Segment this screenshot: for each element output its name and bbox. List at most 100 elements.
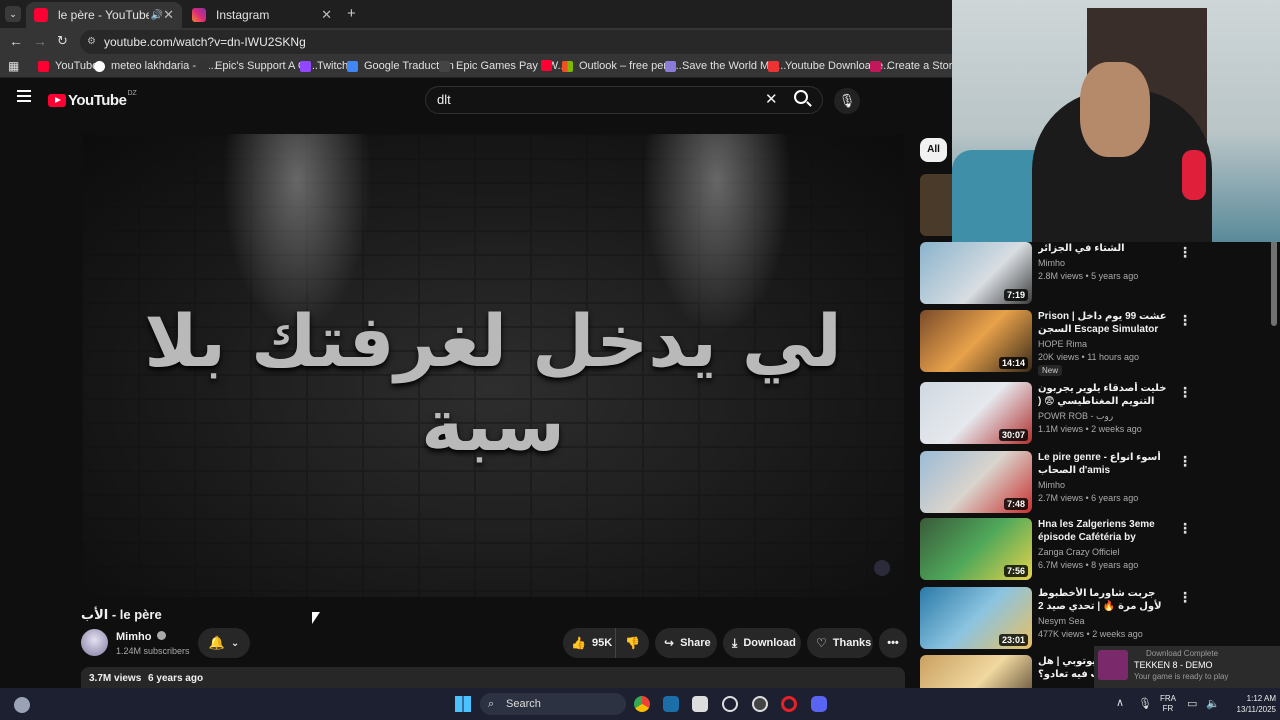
back-arrow-icon[interactable]: ← — [9, 33, 23, 49]
more-vertical-icon[interactable]: ⋮ — [1178, 312, 1192, 329]
more-actions-button[interactable]: ••• — [879, 628, 907, 658]
thanks-button[interactable]: ♡ Thanks — [807, 628, 873, 658]
widgets-icon[interactable] — [14, 697, 30, 713]
youtube-icon — [38, 60, 49, 72]
new-tab-plus-icon[interactable]: + — [347, 5, 356, 22]
channel-name[interactable]: Mimho — [116, 631, 166, 643]
like-button[interactable]: 👍 95K — [563, 628, 615, 658]
close-tab-icon[interactable]: ✕ — [163, 7, 174, 23]
tab-youtube[interactable]: le père - YouTube - الأب 🔊 ✕ — [26, 2, 182, 28]
video-thumbnail: 7:48 — [920, 451, 1032, 513]
recommendation-card[interactable]: 30:07 خليت أصدقاء يلوير يجربون التنويم ا… — [920, 382, 1280, 444]
speaker-icon[interactable]: 🔊 — [151, 10, 163, 21]
bookmark-youtube-2[interactable] — [541, 60, 558, 71]
capture-app-icon[interactable] — [692, 696, 708, 712]
video-duration: 7:19 — [1003, 289, 1028, 301]
sidebar-scrollbar[interactable] — [1271, 240, 1277, 326]
more-vertical-icon[interactable]: ⋮ — [1178, 384, 1192, 401]
twitch-icon — [300, 60, 311, 72]
video-meta: 20K views • 11 hours ago — [1038, 352, 1140, 362]
bookmark-google-traduction[interactable]: Google Traduction — [347, 60, 454, 72]
tab-title: le père - YouTube - الأب — [58, 8, 149, 22]
channel-name: HOPE Rima — [1038, 339, 1088, 349]
forward-arrow-icon[interactable]: → — [33, 33, 47, 49]
channel-avatar[interactable] — [81, 629, 108, 656]
video-duration: 7:48 — [1003, 498, 1028, 510]
date: 13/11/2025 — [1236, 705, 1276, 714]
reload-icon[interactable]: ↻ — [57, 33, 68, 49]
site-info-icon[interactable]: ⚙ — [87, 30, 96, 54]
video-frame-text: لي يدخل لغرفتك بلا سبة — [144, 299, 842, 467]
verified-check-icon — [156, 631, 166, 640]
share-arrow-icon: ↪ — [664, 636, 675, 650]
more-vertical-icon[interactable]: ⋮ — [1178, 453, 1192, 470]
video-title: خليت أصدقاء يلوير يجربون التنويم المغناط… — [1038, 383, 1167, 407]
share-button[interactable]: ↪ Share — [655, 628, 717, 658]
steam-icon[interactable] — [663, 696, 679, 712]
video-meta: 477K views • 2 weeks ago — [1038, 629, 1143, 639]
more-vertical-icon[interactable]: ⋮ — [1178, 589, 1192, 606]
opera-icon[interactable] — [781, 696, 797, 712]
bookmark-label: Twitch — [317, 60, 349, 72]
upload-age: 6 years ago — [148, 673, 204, 684]
bookmark-youtube[interactable]: YouTube — [38, 60, 98, 72]
more-horizontal-icon: ••• — [887, 637, 899, 649]
bookmark-label: YouTube — [55, 60, 99, 72]
input-language[interactable]: FRA FR — [1160, 694, 1176, 714]
recommendation-card[interactable]: 23:01 جربت شاورما الأخطبوط لأول مرة 🔥 | … — [920, 587, 1280, 649]
obs-icon[interactable] — [752, 696, 768, 712]
download-notification[interactable]: Download Complete TEKKEN 8 - DEMO Your g… — [1094, 646, 1280, 688]
windows-start-icon[interactable] — [455, 696, 471, 712]
microphone-tray-icon[interactable]: 🎙 — [1138, 697, 1152, 710]
tab-list-chevron-icon[interactable]: ⌄ — [5, 6, 21, 22]
bookmark-outlook[interactable]: Outlook – free pers... — [562, 60, 682, 72]
recommendation-card[interactable]: 14:14 Prison | عشت 99 يوم داخل السجن Esc… — [920, 310, 1280, 376]
dislike-button[interactable]: 👎 — [615, 628, 649, 658]
recommendation-card[interactable]: 7:56 Hna les Zalgeriens 3eme épisode Caf… — [920, 518, 1280, 580]
tray-chevron-up-icon[interactable]: ∧ — [1116, 696, 1124, 709]
channel-name: Mimho — [1038, 480, 1066, 490]
recommendation-card[interactable]: 7:19 الشتاء في الجزائر Mimho 2.8M views … — [920, 242, 1280, 304]
menu-hamburger-icon[interactable] — [17, 90, 31, 102]
recommendation-card[interactable]: 7:48 Le pire genre - أسوء انواع الصحاب d… — [920, 451, 1280, 513]
super-thanks-icon: ♡ — [816, 636, 827, 650]
video-title: الشتاء في الجزائر — [1038, 243, 1125, 254]
close-tab-icon[interactable]: ✕ — [321, 7, 332, 23]
clock[interactable]: 1:12 AM 13/11/2025 — [1226, 693, 1276, 715]
clear-search-icon[interactable]: ✕ — [765, 87, 778, 113]
volume-icon[interactable]: 🔈 — [1206, 697, 1220, 710]
video-player[interactable]: لي يدخل لغرفتك بلا سبة — [82, 134, 904, 597]
region-code: DZ — [127, 90, 137, 97]
description-box[interactable]: 3.7M views 6 years ago — [81, 667, 905, 688]
chatgpt-icon[interactable] — [722, 696, 738, 712]
video-duration: 23:01 — [998, 634, 1028, 646]
taskbar-search[interactable]: ⌕ Search — [480, 693, 626, 715]
filter-chip-all[interactable]: All — [920, 138, 947, 162]
youtube-logo[interactable]: YouTube DZ — [48, 90, 137, 109]
tekken-game-icon — [1098, 650, 1128, 680]
apps-grid-icon[interactable]: ▦ — [8, 59, 19, 73]
network-icon[interactable]: ▭ — [1187, 697, 1197, 710]
epic-icon — [198, 60, 209, 72]
more-vertical-icon[interactable]: ⋮ — [1178, 244, 1192, 261]
tab-instagram[interactable]: Instagram ✕ — [184, 2, 340, 28]
discord-icon[interactable] — [811, 696, 827, 712]
search-icon: ⌕ — [488, 698, 495, 710]
url-bar[interactable]: ⚙ youtube.com/watch?v=dn-IWU2SKNg — [80, 30, 960, 54]
more-vertical-icon[interactable]: ⋮ — [1178, 520, 1192, 537]
youtube-icon — [541, 60, 552, 71]
search-query: dlt — [437, 92, 451, 107]
chevron-down-icon: ⌄ — [230, 637, 240, 649]
yc-icon — [870, 60, 881, 72]
subscribed-bell-button[interactable]: 🔔 ⌄ — [198, 628, 250, 658]
chrome-icon[interactable] — [634, 696, 650, 712]
bookmark-twitch[interactable]: Twitch — [300, 60, 348, 72]
language-code: FRA — [1160, 694, 1176, 703]
video-thumbnail: 7:56 — [920, 518, 1032, 580]
search-input[interactable]: dlt ✕ — [425, 86, 823, 114]
channel-watermark-icon[interactable] — [874, 560, 890, 576]
voice-search-mic-icon[interactable]: 🎙 — [834, 88, 860, 114]
download-button[interactable]: ⤓ Download — [723, 628, 801, 658]
share-label: Share — [680, 637, 711, 649]
mouse-cursor-icon — [312, 612, 320, 624]
